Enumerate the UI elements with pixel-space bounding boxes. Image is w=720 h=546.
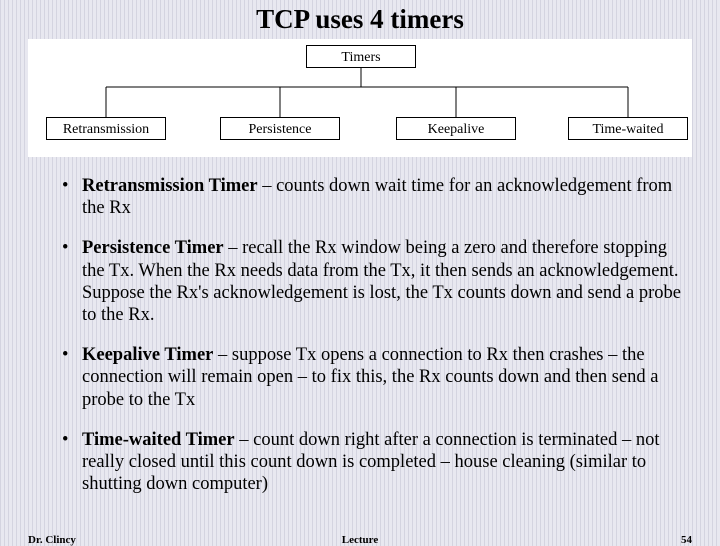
bullet-term: Keepalive Timer <box>82 345 213 365</box>
bullet-term: Retransmission Timer <box>82 176 258 196</box>
diagram-child-persistence: Persistence <box>220 117 340 140</box>
slide: TCP uses 4 timers Timers Retransmission … <box>0 0 720 540</box>
diagram-child-time-waited: Time-waited <box>568 117 688 140</box>
diagram-child-retransmission: Retransmission <box>46 117 166 140</box>
bullet-list: Retransmission Timer – counts down wait … <box>28 175 692 495</box>
page-title: TCP uses 4 timers <box>28 4 692 35</box>
diagram-root: Timers <box>306 45 416 68</box>
timers-diagram: Timers Retransmission Persistence Keepal… <box>28 39 692 157</box>
footer-lecture: Lecture <box>28 534 692 546</box>
bullet-persistence: Persistence Timer – recall the Rx window… <box>28 237 692 326</box>
bullet-term: Persistence Timer <box>82 238 224 258</box>
footer-slide-number: 54 <box>681 534 692 546</box>
diagram-child-keepalive: Keepalive <box>396 117 516 140</box>
bullet-retransmission: Retransmission Timer – counts down wait … <box>28 175 692 219</box>
bullet-time-waited: Time-waited Timer – count down right aft… <box>28 429 692 496</box>
bullet-term: Time-waited Timer <box>82 430 235 450</box>
bullet-keepalive: Keepalive Timer – suppose Tx opens a con… <box>28 344 692 411</box>
